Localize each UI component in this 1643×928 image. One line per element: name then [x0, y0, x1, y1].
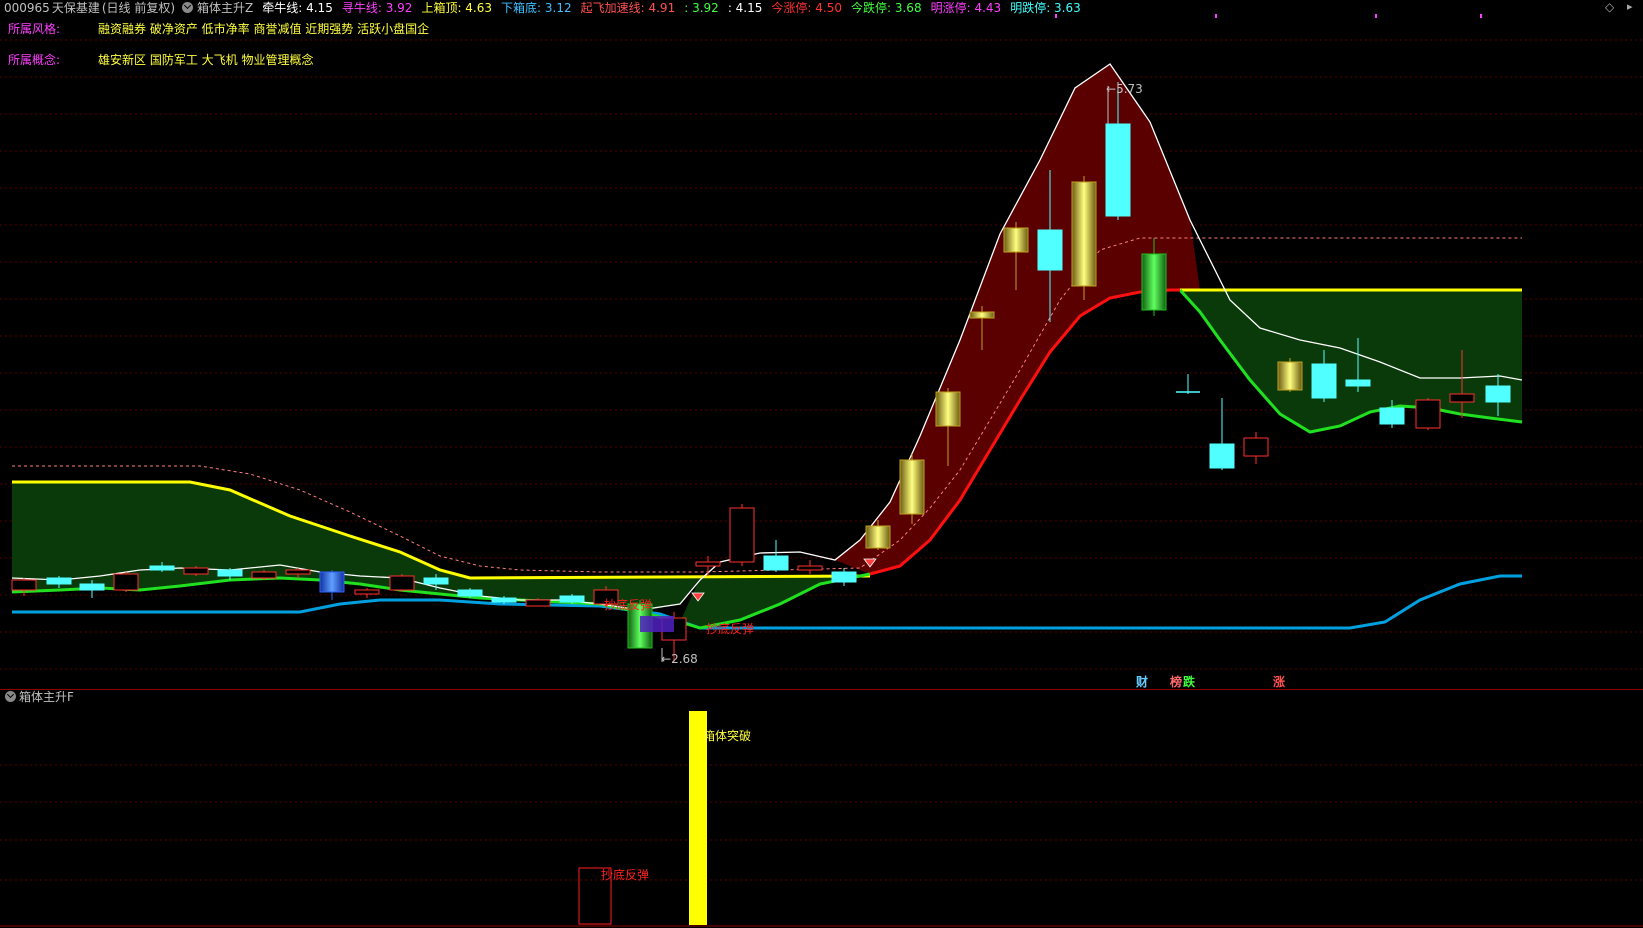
candle-body — [1311, 363, 1337, 399]
rebound-signal-2: 抄底反弹 — [706, 622, 755, 636]
candle-body — [969, 311, 995, 319]
breakout-label: 箱体突破 — [703, 729, 752, 743]
candle-body — [559, 595, 585, 603]
candle-body — [1485, 385, 1511, 403]
rebound-signal-1: 抄底反弹 — [604, 598, 653, 612]
top-tick-mark — [1480, 14, 1482, 18]
candle-body — [865, 525, 891, 549]
candle-body — [729, 507, 755, 563]
sub-indicator-chart[interactable] — [0, 690, 1643, 928]
low-price-label: ←2.68 — [661, 652, 698, 666]
purple-signal-box — [640, 616, 674, 632]
candle-body — [1003, 227, 1029, 253]
high-arrow-icon: ← — [1106, 82, 1117, 96]
candle-body — [1345, 379, 1371, 387]
top-tick-mark — [1215, 14, 1217, 18]
top-tick-mark — [1055, 14, 1057, 18]
candle-body — [217, 569, 243, 577]
event-rank-tag[interactable]: 榜 — [1170, 673, 1182, 690]
candle-body — [1105, 123, 1131, 217]
event-rise-tag[interactable]: 涨 — [1273, 673, 1285, 690]
candle-body — [1141, 253, 1167, 311]
candle-body — [695, 561, 721, 567]
candle-body — [1449, 393, 1475, 403]
top-tick-mark — [1375, 14, 1377, 18]
candle-body — [1243, 437, 1269, 457]
candle-body — [457, 589, 483, 597]
candle-body — [1071, 181, 1097, 287]
candle-body — [1415, 399, 1441, 429]
candle-body — [389, 575, 415, 591]
candle-body — [1209, 443, 1235, 469]
high-price-label: ←5.73 — [1106, 82, 1143, 96]
low-price-value: 2.68 — [671, 652, 698, 666]
main-price-chart[interactable] — [0, 0, 1643, 690]
right-box-fill — [1180, 290, 1522, 432]
candle-body — [1037, 229, 1063, 271]
event-fall-tag[interactable]: 跌 — [1183, 673, 1195, 690]
candle-body — [525, 599, 551, 607]
candle-body — [149, 565, 175, 571]
candle-body — [899, 459, 925, 515]
candle-body — [285, 569, 311, 575]
candle-body — [113, 573, 139, 591]
sub-rebound-label: 抄底反弹 — [601, 868, 650, 882]
candle-body — [1379, 407, 1405, 425]
candle-body — [1277, 361, 1303, 391]
low-arrow-icon: ← — [661, 652, 672, 666]
candle-body — [354, 589, 380, 595]
candle-body — [79, 583, 105, 591]
candle-body — [251, 571, 277, 579]
event-finance-tag[interactable]: 财 — [1136, 673, 1148, 690]
candle-body — [831, 571, 857, 583]
candle-body — [183, 567, 209, 575]
candle-body — [935, 391, 961, 427]
candle-body — [11, 579, 37, 591]
high-price-value: 5.73 — [1116, 82, 1143, 96]
candle-body — [797, 565, 823, 571]
candle-body — [763, 555, 789, 571]
candle-body — [423, 577, 449, 585]
candle-body — [319, 571, 345, 593]
rise-fill — [835, 64, 1200, 574]
candle-body — [491, 597, 517, 603]
candle-body — [46, 577, 72, 585]
